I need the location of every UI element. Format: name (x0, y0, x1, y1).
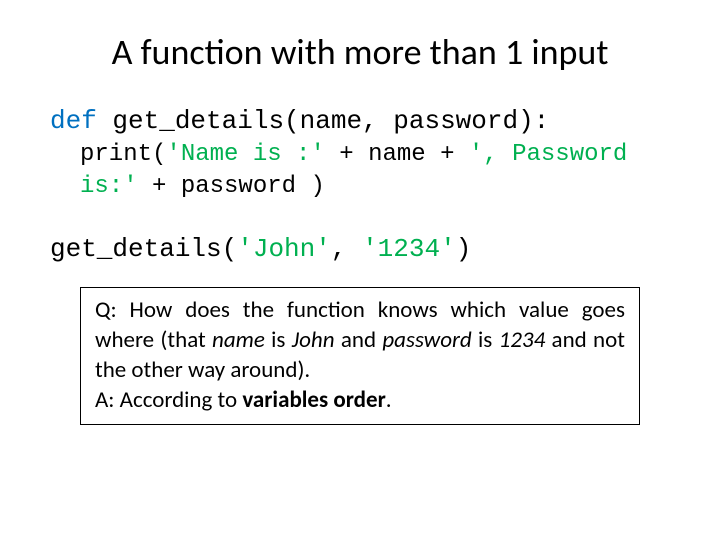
call-prefix: get_details( (50, 234, 237, 264)
arg-2: '1234' (362, 234, 456, 264)
concat-1: + name + (325, 141, 469, 168)
q-is-2: is (472, 326, 499, 354)
a-bold: variables order (242, 386, 385, 414)
fn-signature: get_details(name, password): (97, 106, 549, 136)
concat-2: + password ) (138, 173, 325, 200)
arg-1: 'John' (237, 234, 331, 264)
q-label: Q: (95, 296, 130, 324)
q-john: John (292, 326, 335, 354)
q-and: and (335, 326, 383, 354)
code-line-def: def get_details(name, password): (50, 104, 670, 139)
string-literal-1: 'Name is :' (166, 141, 324, 168)
code-line-print: print('Name is :' + name + ', Password i… (80, 139, 670, 204)
qa-box: Q: How does the function knows which val… (80, 287, 640, 425)
code-block: def get_details(name, password): print('… (50, 104, 670, 267)
q-is-1: is (265, 326, 292, 354)
q-password: password (382, 326, 471, 354)
answer-line: A: According to variables order. (95, 386, 625, 416)
call-suffix: ) (456, 234, 472, 264)
a-text-1: According to (120, 386, 243, 414)
a-label: A: (95, 386, 120, 414)
question-line: Q: How does the function knows which val… (95, 296, 625, 386)
arg-comma: , (331, 234, 362, 264)
slide: A function with more than 1 input def ge… (0, 0, 720, 455)
code-line-call: get_details('John', '1234') (50, 232, 670, 267)
blank-line (50, 204, 670, 232)
keyword-def: def (50, 106, 97, 136)
a-text-2: . (386, 386, 392, 414)
q-1234: 1234 (499, 326, 546, 354)
print-call: print( (80, 141, 166, 168)
slide-title: A function with more than 1 input (50, 30, 670, 74)
q-name: name (212, 326, 265, 354)
